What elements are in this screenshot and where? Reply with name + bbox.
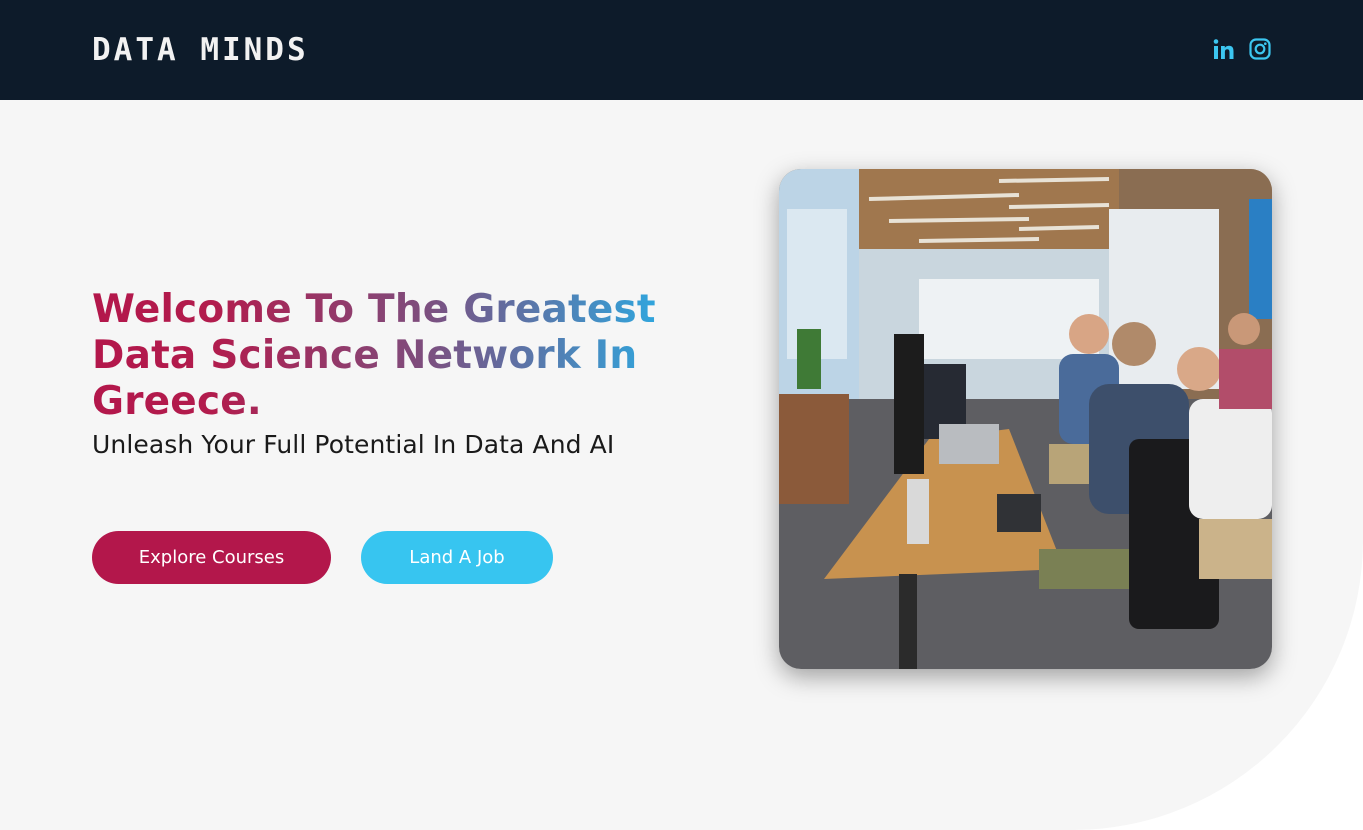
social-links <box>1212 37 1272 61</box>
hero-section: Welcome To The Greatest Data Science Net… <box>0 100 1363 830</box>
linkedin-icon <box>1213 39 1234 59</box>
instagram-icon <box>1249 38 1271 60</box>
site-header: DATA MINDS <box>0 0 1363 100</box>
instagram-link[interactable] <box>1248 37 1272 61</box>
linkedin-link[interactable] <box>1212 37 1236 61</box>
hero-subtitle: Unleash Your Full Potential In Data And … <box>92 430 615 459</box>
hero-title: Welcome To The Greatest Data Science Net… <box>92 287 692 425</box>
site-logo[interactable]: DATA MINDS <box>92 32 309 68</box>
office-photo <box>779 169 1272 669</box>
explore-courses-button[interactable]: Explore Courses <box>92 531 331 584</box>
land-a-job-button[interactable]: Land A Job <box>361 531 553 584</box>
office-photo-illustration <box>779 169 1272 669</box>
